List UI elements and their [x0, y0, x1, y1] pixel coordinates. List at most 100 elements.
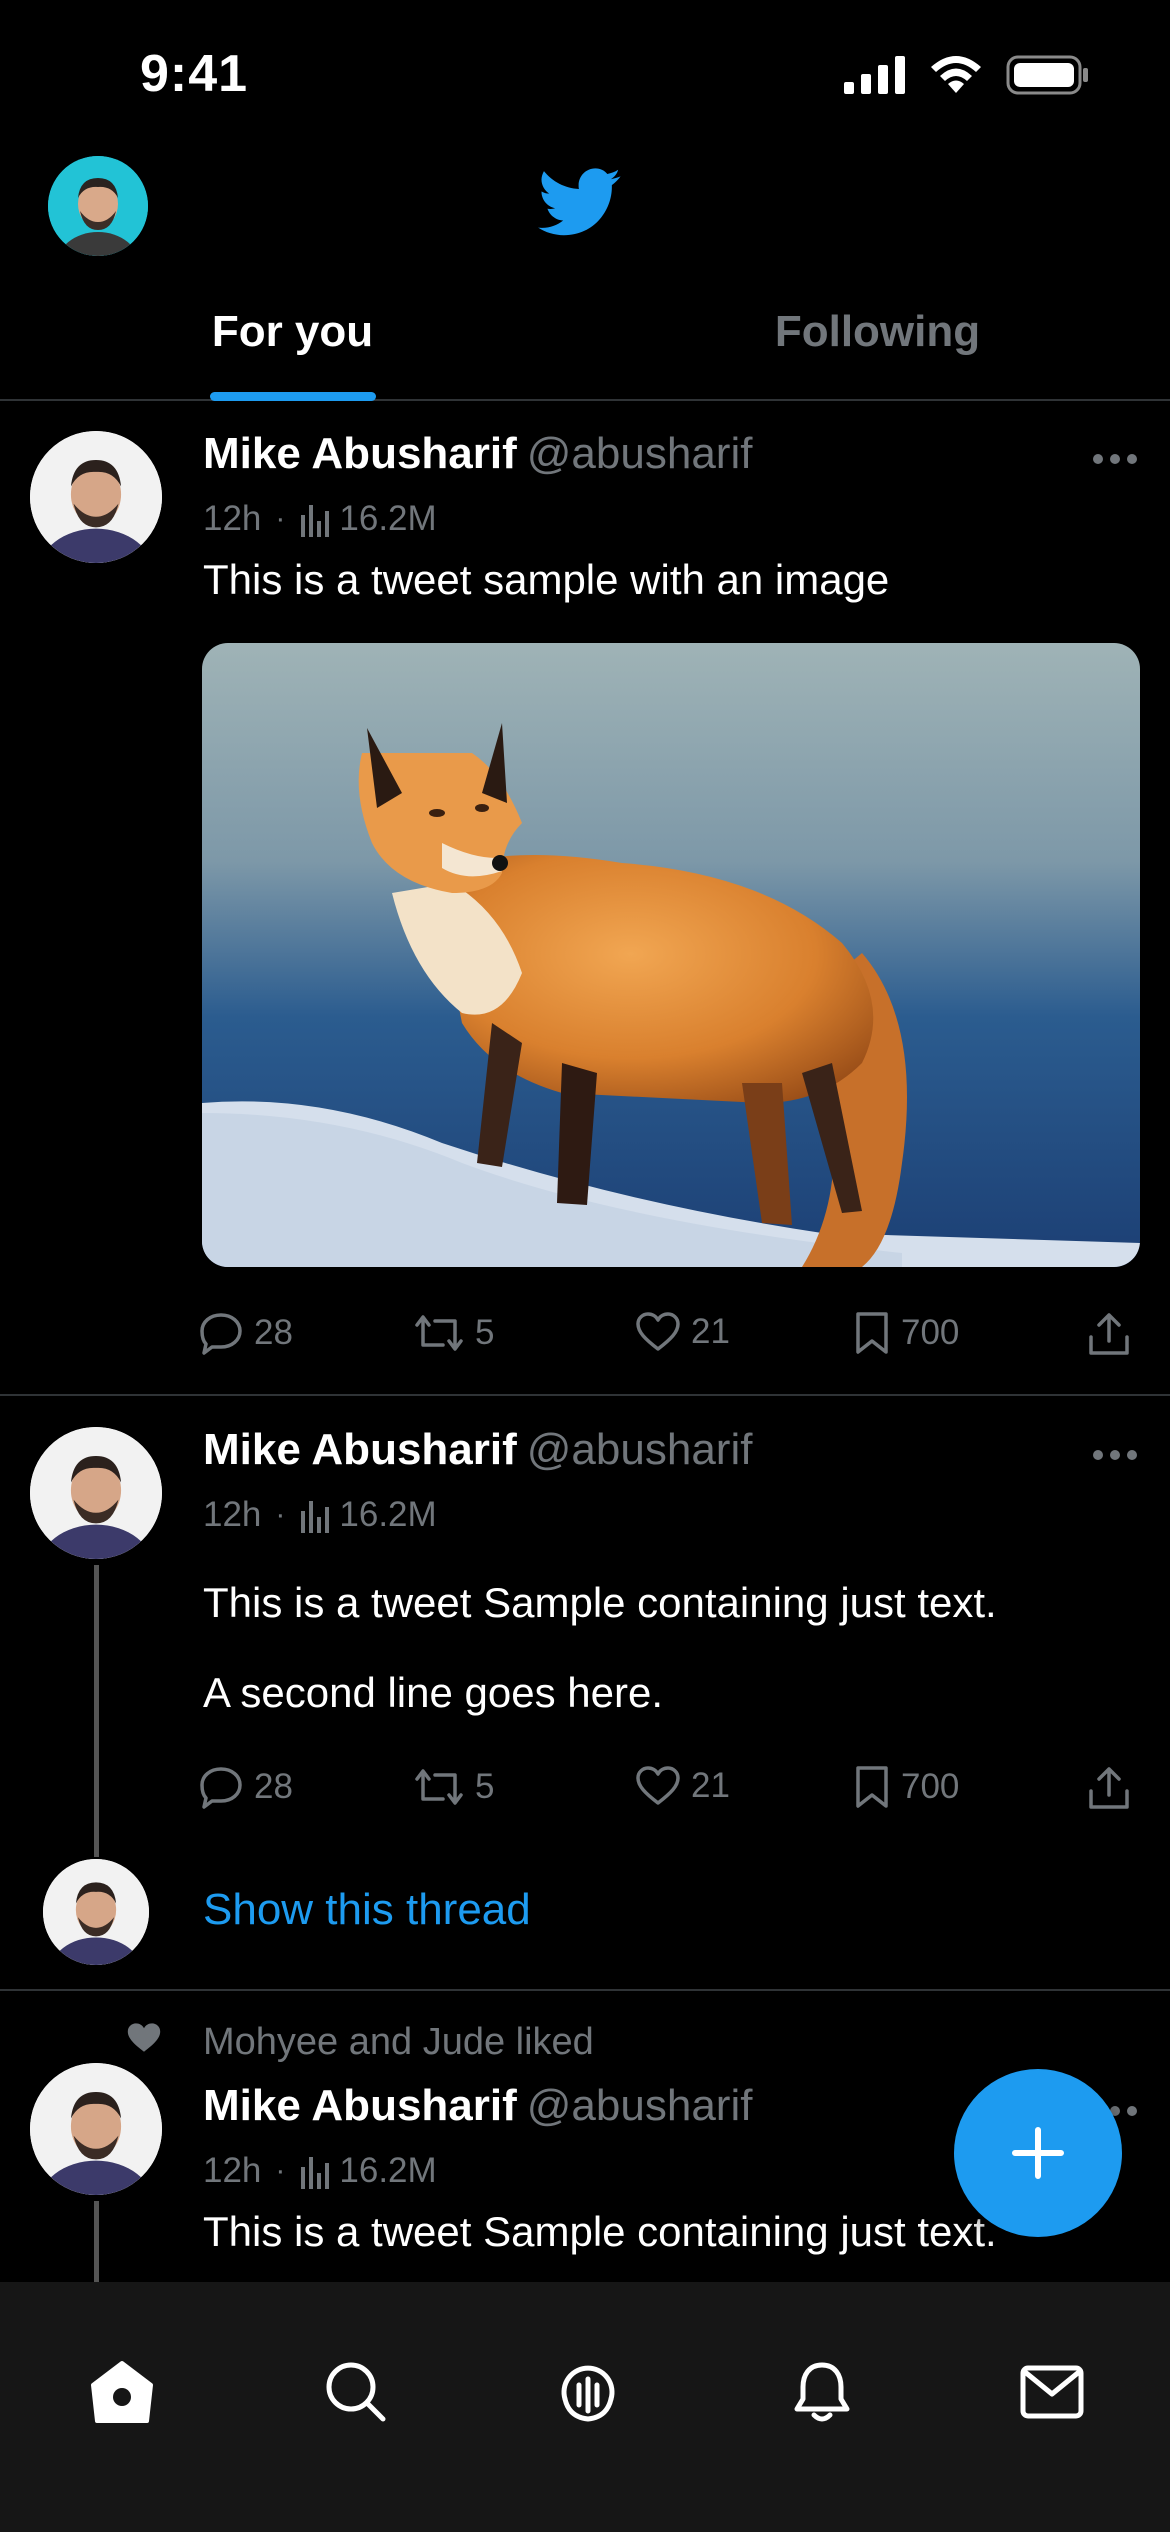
wifi-icon — [931, 56, 981, 93]
author-line: Mike Abusharif @abusharif — [203, 2081, 752, 2131]
reply-count: 28 — [254, 1313, 293, 1352]
reply-count: 28 — [254, 1767, 293, 1806]
bottom-navigation — [0, 2282, 1170, 2532]
nav-notifications[interactable] — [782, 2352, 862, 2432]
share-button[interactable] — [1086, 1311, 1132, 1357]
tab-following[interactable]: Following — [585, 285, 1170, 399]
spaces-icon — [561, 2365, 615, 2422]
bookmark-icon — [856, 1312, 888, 1354]
separator-dot: · — [275, 1498, 286, 1531]
plus-icon — [1012, 2127, 1064, 2179]
status-bar: 9:41 — [0, 0, 1170, 150]
bookmark-button[interactable]: 700 — [853, 1765, 959, 1809]
tweet-time: 12h — [203, 2151, 262, 2190]
liked-heart-icon — [127, 2023, 161, 2052]
timeline-tabs: For you Following — [0, 285, 1170, 401]
active-tab-indicator — [209, 392, 376, 401]
nav-home[interactable] — [82, 2352, 162, 2432]
thread-avatar[interactable] — [43, 1859, 149, 1965]
status-icons — [844, 55, 1090, 95]
reply-icon — [200, 1313, 242, 1355]
separator-dot: · — [275, 502, 286, 535]
tab-for-you[interactable]: For you — [0, 285, 585, 401]
reply-icon — [200, 1767, 242, 1809]
author-name[interactable]: Mike Abusharif — [203, 1425, 517, 1474]
home-icon — [91, 2361, 153, 2423]
app-header — [0, 150, 1170, 265]
compose-tweet-button[interactable] — [954, 2069, 1122, 2237]
author-line: Mike Abusharif @abusharif — [203, 1425, 752, 1475]
retweet-button[interactable]: 5 — [413, 1311, 494, 1355]
bookmark-button[interactable]: 700 — [853, 1311, 959, 1355]
messages-icon — [1020, 2365, 1084, 2419]
nav-search[interactable] — [316, 2352, 396, 2432]
share-icon — [1089, 1313, 1129, 1355]
cellular-signal-icon — [844, 56, 905, 94]
author-handle[interactable]: @abusharif — [527, 2081, 753, 2130]
tweet-divider — [0, 1394, 1170, 1396]
reply-button[interactable]: 28 — [198, 1765, 293, 1809]
tweet-image[interactable] — [202, 643, 1140, 1267]
status-time: 9:41 — [140, 45, 249, 103]
reply-button[interactable]: 28 — [198, 1311, 293, 1355]
tweet-actions: 28 5 21 700 — [198, 1311, 1129, 1371]
view-count: 16.2M — [339, 499, 437, 538]
author-line: Mike Abusharif @abusharif — [203, 429, 752, 479]
nav-spaces[interactable] — [548, 2352, 628, 2432]
retweet-button[interactable]: 5 — [413, 1765, 494, 1809]
author-avatar[interactable] — [30, 2063, 162, 2195]
tab-for-you-label: For you — [211, 307, 374, 356]
author-avatar[interactable] — [30, 1427, 162, 1559]
tweet-time: 12h — [203, 499, 262, 538]
bookmark-icon — [856, 1766, 888, 1808]
tweet-text: This is a tweet Sample containing just t… — [203, 2208, 997, 2255]
share-button[interactable] — [1086, 1765, 1132, 1811]
like-button[interactable]: 21 — [635, 1765, 730, 1807]
tweet-actions: 28 5 21 700 — [198, 1765, 1129, 1825]
tweet-meta: 12h · 16.2M — [203, 2151, 437, 2191]
tweet-card[interactable]: Mike Abusharif @abusharif 12h · 16.2M Thi… — [0, 401, 1170, 1396]
like-count: 21 — [691, 1766, 730, 1805]
share-icon — [1089, 1767, 1129, 1809]
tweet-time: 12h — [203, 1495, 262, 1534]
tweet-card[interactable]: Mike Abusharif @abusharif 12h · 16.2M Thi… — [0, 1397, 1170, 1991]
battery-icon — [1006, 55, 1088, 95]
retweet-count: 5 — [475, 1313, 495, 1352]
more-options-icon[interactable] — [1090, 1445, 1140, 1465]
tweet-text-line-2: A second line goes here. — [203, 1669, 663, 1716]
separator-dot: · — [275, 2154, 286, 2187]
retweet-count: 5 — [475, 1767, 495, 1806]
author-avatar[interactable] — [30, 431, 162, 563]
author-handle[interactable]: @abusharif — [527, 1425, 753, 1474]
view-count: 16.2M — [339, 1495, 437, 1534]
nav-messages[interactable] — [1012, 2352, 1092, 2432]
thread-connector — [94, 2201, 99, 2283]
tweet-text: This is a tweet Sample containing just t… — [203, 1579, 997, 1626]
more-options-icon[interactable] — [1090, 449, 1140, 469]
search-icon — [326, 2362, 386, 2422]
tab-following-label: Following — [774, 307, 981, 356]
views-icon — [301, 1501, 330, 1533]
heart-icon — [636, 1766, 680, 1805]
author-name[interactable]: Mike Abusharif — [203, 429, 517, 478]
bookmark-count: 700 — [901, 1767, 960, 1806]
show-thread-link[interactable]: Show this thread — [203, 1885, 531, 1935]
author-name[interactable]: Mike Abusharif — [203, 2081, 517, 2130]
retweet-icon — [415, 1769, 463, 1805]
view-count: 16.2M — [339, 2151, 437, 2190]
views-icon — [301, 505, 330, 537]
like-button[interactable]: 21 — [635, 1311, 730, 1353]
bookmark-count: 700 — [901, 1313, 960, 1352]
views-icon — [301, 2157, 330, 2189]
tweet-meta: 12h · 16.2M — [203, 1495, 437, 1535]
social-context[interactable]: Mohyee and Jude liked — [203, 2021, 594, 2064]
heart-icon — [636, 1312, 680, 1351]
notifications-icon — [794, 2362, 850, 2422]
like-count: 21 — [691, 1312, 730, 1351]
tweet-text: This is a tweet sample with an image — [203, 556, 890, 603]
author-handle[interactable]: @abusharif — [527, 429, 753, 478]
retweet-icon — [415, 1315, 463, 1351]
bird-logo-icon[interactable] — [538, 168, 622, 243]
thread-connector — [94, 1565, 99, 1857]
profile-avatar-button[interactable] — [48, 156, 148, 256]
